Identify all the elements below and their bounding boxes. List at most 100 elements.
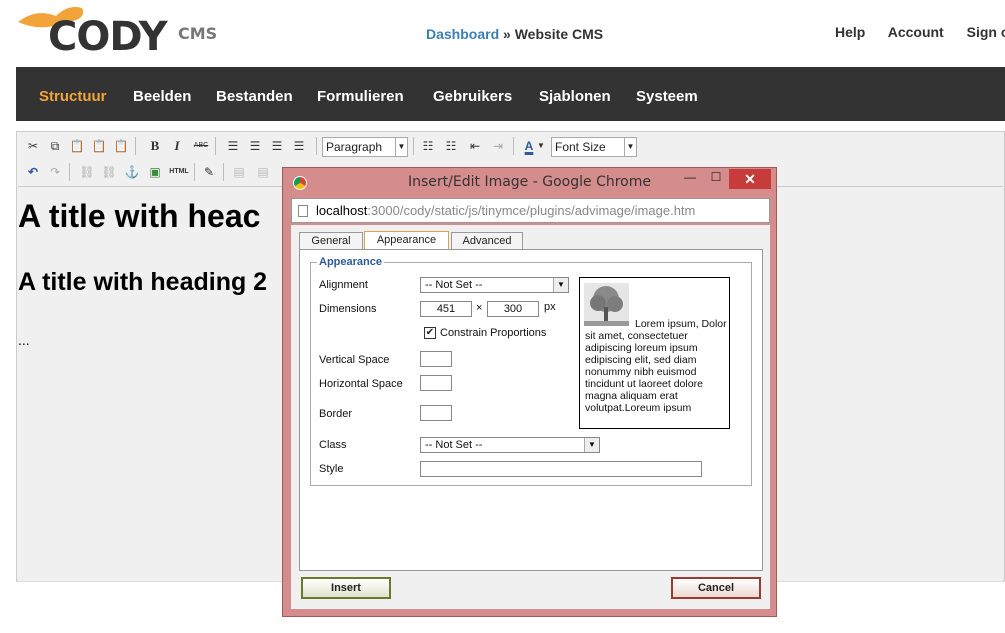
nav-item-sjablonen[interactable]: Sjablonen	[539, 88, 611, 105]
editor-toolbar-row1: ✂ ⧉ 📋 📋 📋 B I ABC ☰ ☰ ☰ ☰ Paragraph ▼ ☷ …	[22, 137, 662, 159]
bold-icon[interactable]: B	[146, 137, 164, 155]
appearance-panel: Appearance Alignment -- Not Set -- ▼ Dim…	[299, 249, 763, 571]
constrain-checkbox[interactable]: ✔	[424, 327, 436, 339]
url-host: localhost	[316, 203, 368, 218]
style-input[interactable]	[420, 461, 702, 477]
dimensions-times: ×	[476, 302, 483, 314]
height-input[interactable]: 300	[487, 301, 539, 317]
image-preview: Lorem ipsum, Dolor sit amet, consectetue…	[579, 277, 730, 429]
breadcrumb: Dashboard » Website CMS	[426, 26, 603, 42]
constrain-label: Constrain Proportions	[440, 327, 547, 339]
insert-image-dialog: Insert/Edit Image - Google Chrome — ☐ ✕ …	[282, 167, 777, 617]
text-color-dropdown-icon[interactable]: ▼	[537, 137, 545, 155]
anchor-icon[interactable]: ⚓	[123, 163, 141, 181]
logo-suffix: CMS	[178, 24, 218, 43]
html-icon[interactable]: HTML	[168, 163, 190, 181]
strikethrough-icon[interactable]: ABC	[192, 137, 210, 155]
content-paragraph: ...	[18, 332, 30, 348]
align-right-icon[interactable]: ☰	[268, 137, 286, 155]
preview-text: Lorem ipsum, Dolor sit amet, consectetue…	[585, 318, 727, 414]
italic-icon[interactable]: I	[168, 137, 186, 155]
align-center-icon[interactable]: ☰	[246, 137, 264, 155]
format-select-value: Paragraph	[326, 140, 383, 154]
fieldset-legend: Appearance	[317, 256, 384, 268]
format-select[interactable]: Paragraph ▼	[322, 137, 408, 157]
indent-icon[interactable]: ⇥	[489, 137, 507, 155]
url-path: :3000/cody/static/js/tinymce/plugins/adv…	[367, 203, 696, 218]
cut-icon[interactable]: ✂	[24, 137, 42, 155]
table-props-icon[interactable]: ▤	[254, 163, 272, 181]
nav-item-gebruikers[interactable]: Gebruikers	[433, 88, 512, 105]
link-icon[interactable]: ⛓	[78, 163, 96, 181]
nav-item-formulieren[interactable]: Formulieren	[317, 88, 404, 105]
chevron-down-icon: ▼	[395, 138, 407, 156]
breadcrumb-separator: »	[499, 26, 515, 42]
maximize-button[interactable]: ☐	[705, 170, 727, 186]
breadcrumb-current: Website CMS	[514, 26, 604, 42]
nav-item-bestanden[interactable]: Bestanden	[216, 88, 293, 105]
minimize-button[interactable]: —	[679, 170, 701, 186]
class-label: Class	[319, 439, 347, 451]
insert-button[interactable]: Insert	[301, 577, 391, 599]
class-select[interactable]: -- Not Set -- ▼	[420, 437, 600, 453]
edit-icon[interactable]: ✎	[200, 163, 218, 181]
dialog-title: Insert/Edit Image - Google Chrome	[408, 174, 651, 190]
width-input[interactable]: 451	[420, 301, 472, 317]
appearance-fieldset: Appearance Alignment -- Not Set -- ▼ Dim…	[310, 256, 752, 486]
editor-toolbar-row2: ↶ ↷ ⛓ ⛓ ⚓ ▣ HTML ✎ ▤ ▤	[22, 163, 292, 185]
help-link[interactable]: Help	[835, 24, 865, 40]
border-label: Border	[319, 408, 353, 420]
unlink-icon[interactable]: ⛓	[100, 163, 118, 181]
image-icon[interactable]: ▣	[146, 163, 164, 181]
tab-general[interactable]: General	[299, 232, 363, 250]
alignment-label: Alignment	[319, 279, 368, 291]
page-icon	[298, 205, 308, 217]
class-select-value: -- Not Set --	[425, 439, 483, 451]
nav-item-systeem[interactable]: Systeem	[636, 88, 698, 105]
chevron-down-icon: ▼	[553, 278, 568, 292]
nav-item-structuur[interactable]: Structuur	[39, 88, 107, 105]
content-heading-1: A title with heac	[18, 198, 261, 234]
vspace-input[interactable]	[420, 351, 452, 367]
undo-icon[interactable]: ↶	[24, 163, 42, 181]
style-label: Style	[319, 463, 344, 475]
dimensions-label: Dimensions	[319, 303, 377, 315]
vspace-label: Vertical Space	[319, 354, 390, 366]
table-icon[interactable]: ▤	[230, 163, 248, 181]
alignment-select-value: -- Not Set --	[425, 279, 483, 291]
content-heading-2: A title with heading 2	[18, 268, 268, 296]
address-bar[interactable]: localhost:3000/cody/static/js/tinymce/pl…	[291, 198, 770, 223]
border-input[interactable]	[420, 405, 452, 421]
cancel-button[interactable]: Cancel	[671, 577, 761, 599]
hspace-label: Horizontal Space	[319, 378, 403, 390]
chevron-down-icon: ▼	[584, 438, 599, 452]
outdent-icon[interactable]: ⇤	[466, 137, 484, 155]
breadcrumb-link-dashboard[interactable]: Dashboard	[426, 26, 499, 42]
font-size-select[interactable]: Font Size ▼	[551, 137, 637, 157]
main-nav: Structuur Beelden Bestanden Formulieren …	[16, 67, 1005, 121]
alignment-select[interactable]: -- Not Set -- ▼	[420, 277, 569, 293]
tab-appearance[interactable]: Appearance	[364, 231, 449, 251]
paste-word-icon[interactable]: 📋	[112, 137, 130, 155]
sign-out-link[interactable]: Sign ou	[967, 24, 1005, 40]
logo-text: CODY	[48, 14, 168, 60]
align-left-icon[interactable]: ☰	[224, 137, 242, 155]
tab-advanced[interactable]: Advanced	[451, 232, 523, 250]
close-button[interactable]: ✕	[729, 169, 771, 189]
text-color-icon[interactable]: A	[520, 137, 538, 155]
paste-icon[interactable]: 📋	[68, 137, 86, 155]
hspace-input[interactable]	[420, 375, 452, 391]
dialog-body: General Appearance Advanced Appearance A…	[291, 225, 770, 609]
paste-text-icon[interactable]: 📋	[90, 137, 108, 155]
top-links: Help Account Sign ou	[835, 24, 1005, 40]
nav-item-beelden[interactable]: Beelden	[133, 88, 191, 105]
font-size-select-value: Font Size	[555, 140, 606, 154]
chevron-down-icon: ▼	[624, 138, 636, 156]
numbered-list-icon[interactable]: ☷	[442, 137, 460, 155]
account-link[interactable]: Account	[888, 24, 944, 40]
dimensions-unit: px	[544, 301, 556, 313]
justify-icon[interactable]: ☰	[290, 137, 308, 155]
bullet-list-icon[interactable]: ☷	[419, 137, 437, 155]
copy-icon[interactable]: ⧉	[46, 137, 64, 155]
redo-icon[interactable]: ↷	[46, 163, 64, 181]
